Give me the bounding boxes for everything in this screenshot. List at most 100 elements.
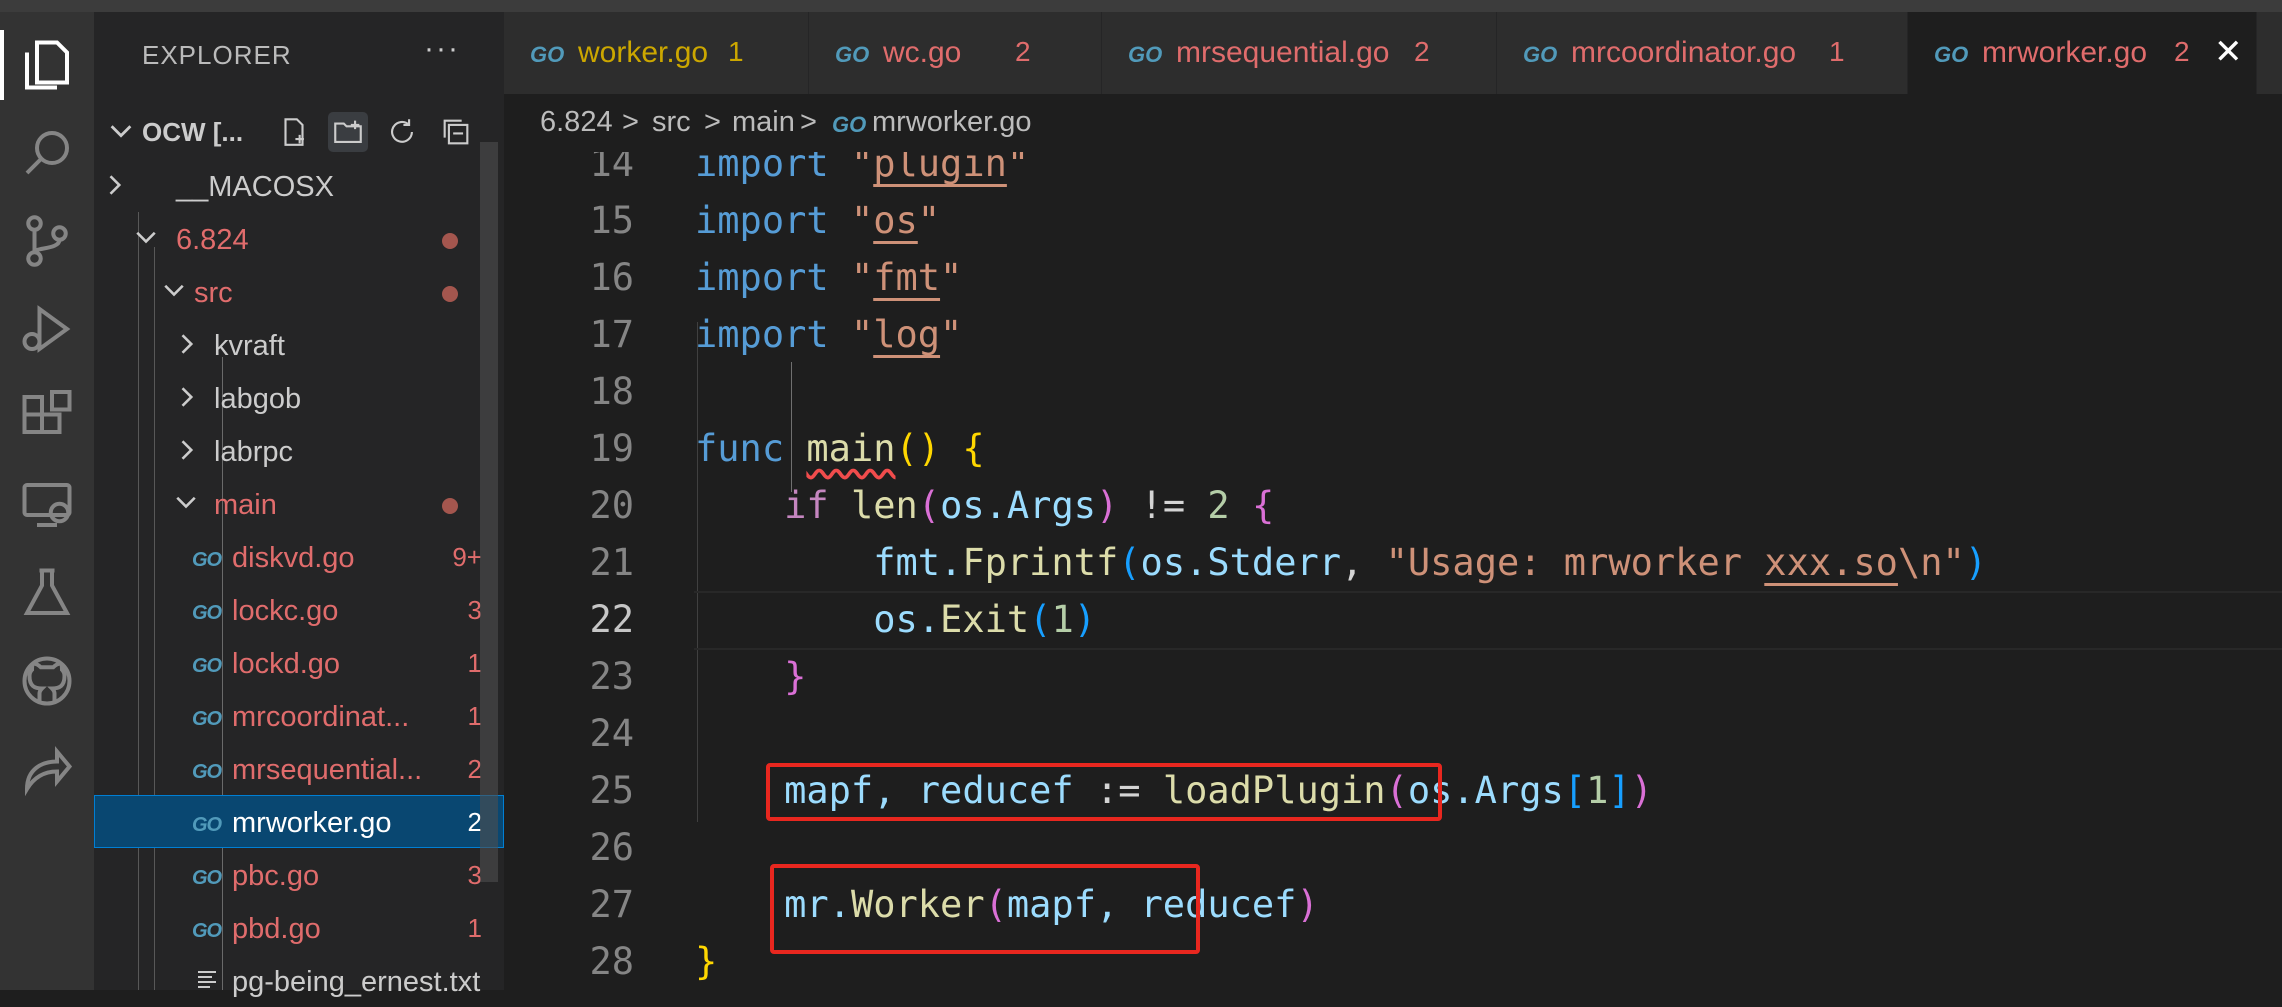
source-control-icon[interactable]	[0, 196, 94, 286]
tree-item-label: labgob	[214, 383, 302, 415]
workspace-root[interactable]: OCW [...	[94, 107, 504, 157]
code-line: 14 import "plugin"	[504, 152, 2282, 192]
breadcrumb-item[interactable]: src	[652, 106, 691, 139]
text-file-icon	[198, 971, 216, 988]
tree-folder-src[interactable]: src	[94, 265, 504, 318]
tree-file-diskvd[interactable]: GO diskvd.go 9+	[94, 530, 504, 583]
tab-overflow[interactable]	[2257, 12, 2282, 94]
tree-file-pbc[interactable]: GO pbc.go 3	[94, 848, 504, 901]
testing-icon[interactable]	[0, 548, 94, 638]
tree-folder-labgob[interactable]: labgob	[94, 371, 504, 424]
tree-item-label: lockd.go	[232, 648, 341, 680]
modified-dot	[442, 286, 458, 302]
tab-label: mrworker.go	[1982, 36, 2148, 69]
tree-file-lockc[interactable]: GO lockc.go 3	[94, 583, 504, 636]
explorer-icon[interactable]	[0, 20, 94, 110]
code-line: 20 if len(os.Args) != 2 {	[504, 477, 2282, 534]
sidebar-scrollbar[interactable]	[480, 142, 498, 882]
tree-file-mrcoordinator[interactable]: GO mrcoordinat... 1	[94, 689, 504, 742]
tab-mrworker-go[interactable]: GO mrworker.go 2 ✕	[1908, 12, 2257, 94]
tree-file-pbd[interactable]: GO pbd.go 1	[94, 901, 504, 954]
line-number: 26	[589, 826, 634, 869]
problem-count: 3	[467, 595, 482, 625]
refresh-icon[interactable]	[382, 112, 422, 152]
code-line-current: 22 os.Exit(1)	[504, 591, 2282, 650]
tree-folder-main[interactable]: main	[94, 477, 504, 530]
remote-explorer-icon[interactable]	[0, 460, 94, 550]
tree-file-pg-being-ernest[interactable]: pg-being_ernest.txt	[94, 954, 504, 1007]
chevron-right-icon	[181, 334, 194, 354]
go-file-icon: GO	[192, 814, 222, 836]
code-line: 18	[504, 363, 2282, 420]
chevron-down-icon	[136, 231, 156, 244]
chevron-down-icon	[176, 496, 196, 509]
close-tab-icon[interactable]: ✕	[2214, 32, 2243, 72]
annotation-box-worker	[770, 864, 1200, 954]
tree-item-label: pg-being_ernest.txt	[232, 966, 481, 998]
go-file-icon: GO	[1934, 42, 1969, 67]
chevron-right-icon	[181, 440, 194, 460]
line-number: 25	[589, 769, 634, 812]
code-line: 23 }	[504, 648, 2282, 705]
tree-folder-kvraft[interactable]: kvraft	[94, 318, 504, 371]
go-file-icon: GO	[1128, 42, 1163, 67]
tree-item-label: mrworker.go	[232, 807, 392, 839]
tab-mrsequential-go[interactable]: GO mrsequential.go 2	[1102, 12, 1497, 94]
code-editor[interactable]: 14 import "plugin" 15 import "os" 16 imp…	[504, 152, 2282, 990]
tab-problem-count: 2	[2174, 36, 2190, 67]
title-bar-strip	[0, 0, 2282, 12]
modified-dot	[442, 498, 458, 514]
line-number: 18	[589, 370, 634, 413]
go-file-icon: GO	[192, 920, 222, 942]
tab-label: wc.go	[883, 36, 962, 69]
collapse-all-icon[interactable]	[436, 112, 476, 152]
tree-item-label: pbd.go	[232, 913, 321, 945]
search-icon[interactable]	[0, 108, 94, 198]
tree-item-label: kvraft	[214, 330, 285, 362]
tree-folder-macosx[interactable]: __MACOSX	[94, 159, 504, 212]
tree-item-label: mrcoordinat...	[232, 701, 410, 733]
problem-count: 2	[467, 807, 482, 837]
tree-file-mrworker[interactable]: GO mrworker.go 2	[94, 795, 504, 848]
tree-item-label: labrpc	[214, 436, 293, 468]
tab-label: mrsequential.go	[1176, 36, 1390, 69]
tree-item-label: pbc.go	[232, 860, 320, 892]
breadcrumb-item[interactable]: mrworker.go	[872, 106, 1032, 139]
tree-folder-6824[interactable]: 6.824	[94, 212, 504, 265]
code-line: 19 func main() {	[504, 420, 2282, 477]
explorer-sidebar: EXPLORER ··· OCW [... __MACOSX 6.824 src…	[94, 12, 504, 998]
tree-item-label: 6.824	[176, 224, 249, 256]
run-debug-icon[interactable]	[0, 284, 94, 374]
editor-tab-bar: GO worker.go 1 GO wc.go 2 GO mrsequentia…	[504, 12, 2282, 94]
tab-mrcoordinator-go[interactable]: GO mrcoordinator.go 1	[1497, 12, 1908, 94]
code-line: 24	[504, 705, 2282, 762]
line-number: 22	[589, 598, 634, 641]
chevron-down-icon	[110, 125, 132, 138]
line-number: 19	[589, 427, 634, 470]
tab-worker-go[interactable]: GO worker.go 1	[504, 12, 809, 94]
breadcrumb-item[interactable]: main	[732, 106, 795, 139]
more-actions-icon[interactable]: ···	[424, 32, 460, 66]
tab-problem-count: 2	[1015, 36, 1031, 67]
line-number: 17	[589, 313, 634, 356]
chevron-down-icon	[164, 284, 184, 297]
problem-count: 1	[467, 648, 482, 678]
line-number: 27	[589, 883, 634, 926]
share-icon[interactable]	[0, 724, 94, 814]
line-number: 14	[589, 152, 634, 185]
breadcrumb-item[interactable]: 6.824	[540, 106, 613, 139]
tree-item-label: src	[194, 277, 233, 309]
tree-item-label: mrsequential...	[232, 754, 423, 786]
tab-label: worker.go	[578, 36, 709, 69]
tab-wc-go[interactable]: GO wc.go 2	[809, 12, 1102, 94]
code-line: 16 import "fmt"	[504, 249, 2282, 306]
new-file-icon[interactable]	[274, 112, 314, 152]
github-icon[interactable]	[0, 636, 94, 726]
tree-file-mrsequential[interactable]: GO mrsequential... 2	[94, 742, 504, 795]
new-folder-icon[interactable]	[328, 112, 368, 152]
tree-file-lockd[interactable]: GO lockd.go 1	[94, 636, 504, 689]
breadcrumb: 6.824 > src > main > GO mrworker.go	[504, 94, 2282, 152]
extensions-icon[interactable]	[0, 372, 94, 462]
breadcrumb-separator: >	[800, 106, 817, 138]
tree-folder-labrpc[interactable]: labrpc	[94, 424, 504, 477]
